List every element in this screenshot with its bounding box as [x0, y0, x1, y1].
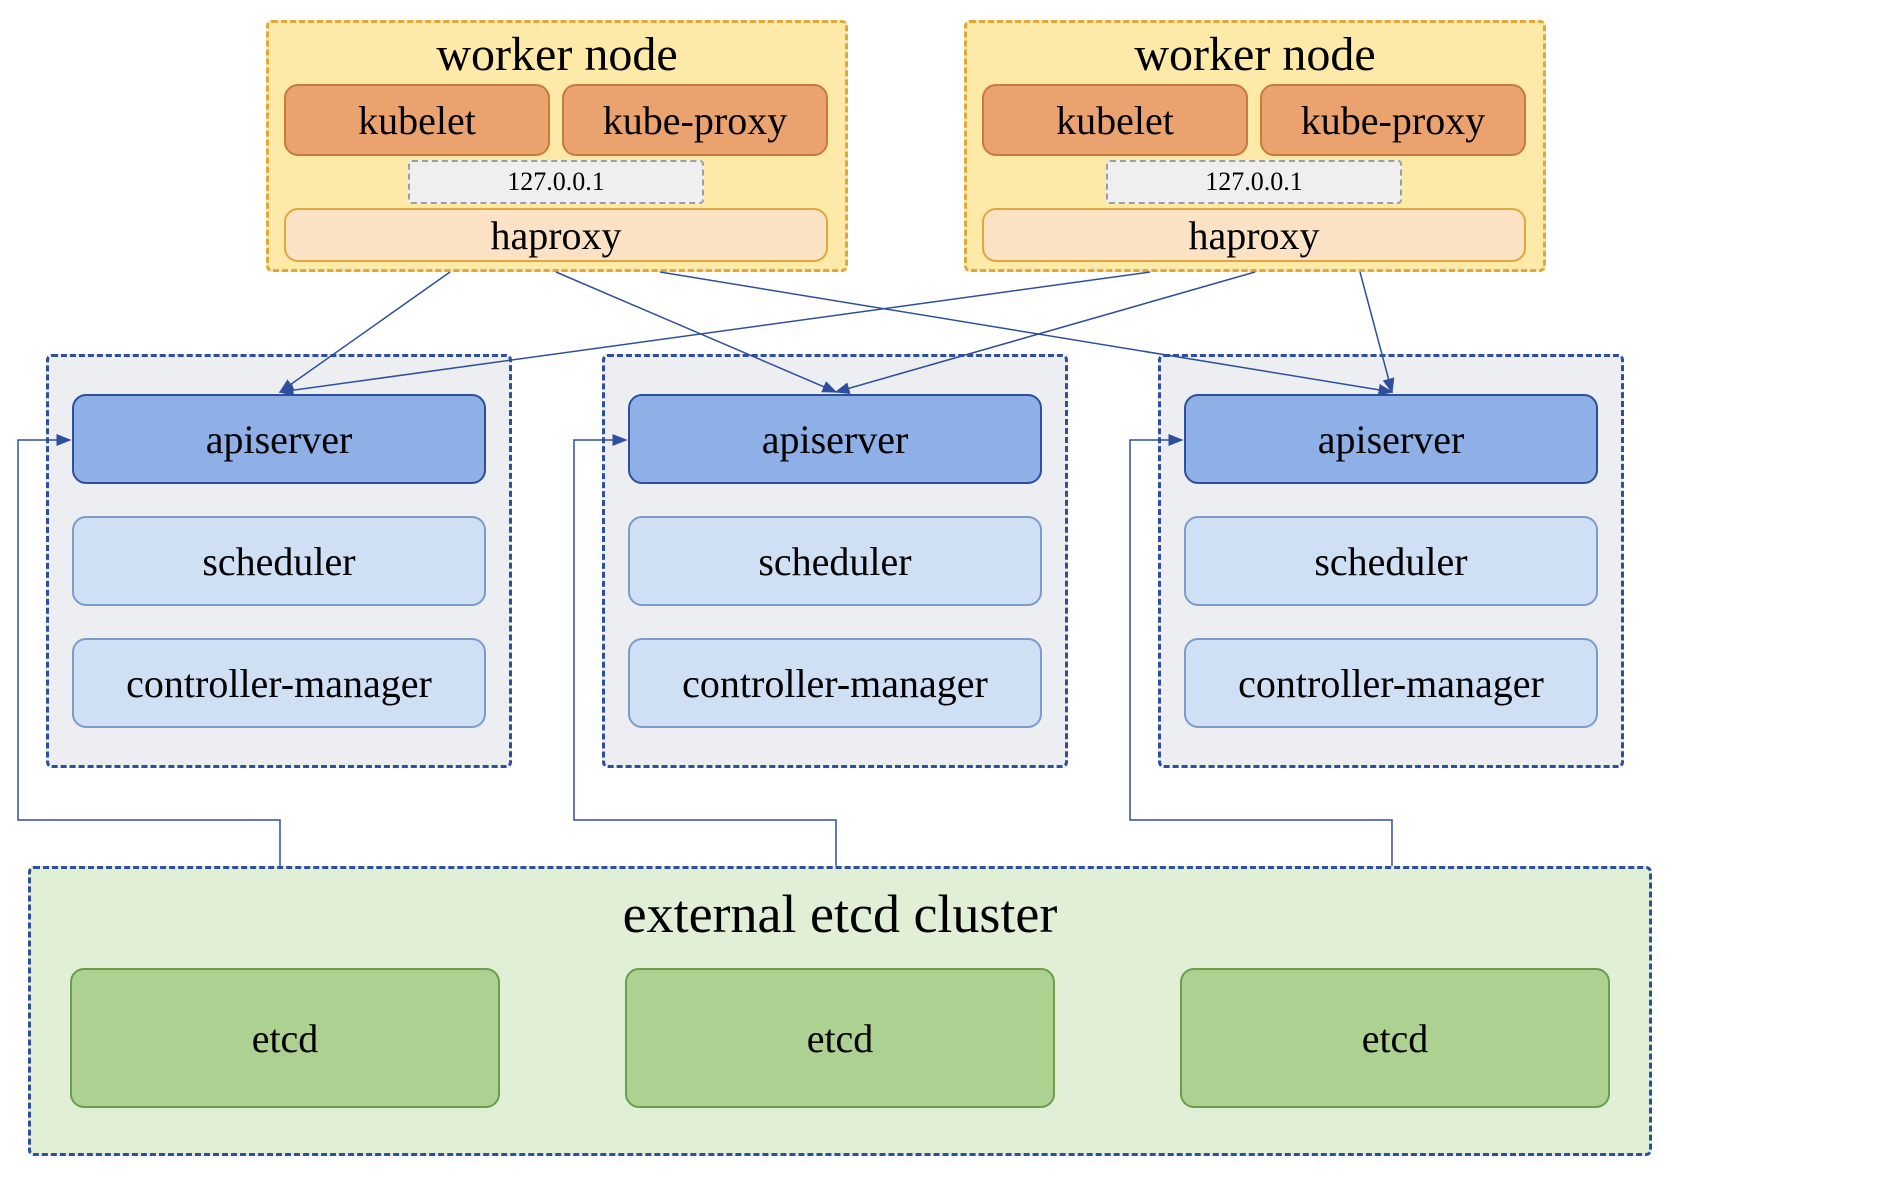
etcd-node-1-label: etcd [252, 1015, 319, 1062]
haproxy-1: haproxy [284, 208, 828, 262]
haproxy-1-label: haproxy [490, 212, 621, 259]
controller-manager-2-label: controller-manager [682, 660, 988, 707]
apiserver-2: apiserver [628, 394, 1042, 484]
kubelet-2-label: kubelet [1056, 97, 1174, 144]
haproxy-2: haproxy [982, 208, 1526, 262]
loopback-1: 127.0.0.1 [408, 160, 704, 204]
loopback-1-label: 127.0.0.1 [507, 167, 605, 197]
kube-proxy-1-label: kube-proxy [603, 97, 787, 144]
scheduler-2: scheduler [628, 516, 1042, 606]
kube-proxy-2-label: kube-proxy [1301, 97, 1485, 144]
kubelet-1-label: kubelet [358, 97, 476, 144]
etcd-node-1: etcd [70, 968, 500, 1108]
apiserver-1-label: apiserver [206, 416, 353, 463]
scheduler-2-label: scheduler [758, 538, 911, 585]
loopback-2-label: 127.0.0.1 [1205, 167, 1303, 197]
etcd-node-3-label: etcd [1362, 1015, 1429, 1062]
scheduler-3: scheduler [1184, 516, 1598, 606]
loopback-2: 127.0.0.1 [1106, 160, 1402, 204]
diagram-canvas: worker node kubelet kube-proxy 127.0.0.1… [0, 0, 1893, 1184]
scheduler-3-label: scheduler [1314, 538, 1467, 585]
kube-proxy-1: kube-proxy [562, 84, 828, 156]
worker-node-1-title: worker node [269, 27, 845, 82]
apiserver-3: apiserver [1184, 394, 1598, 484]
apiserver-2-label: apiserver [762, 416, 909, 463]
controller-manager-1: controller-manager [72, 638, 486, 728]
apiserver-3-label: apiserver [1318, 416, 1465, 463]
etcd-node-3: etcd [1180, 968, 1610, 1108]
etcd-cluster-title: external etcd cluster [31, 883, 1649, 945]
worker-node-2-title: worker node [967, 27, 1543, 82]
scheduler-1-label: scheduler [202, 538, 355, 585]
kubelet-1: kubelet [284, 84, 550, 156]
kubelet-2: kubelet [982, 84, 1248, 156]
controller-manager-3: controller-manager [1184, 638, 1598, 728]
haproxy-2-label: haproxy [1188, 212, 1319, 259]
controller-manager-3-label: controller-manager [1238, 660, 1544, 707]
etcd-node-2: etcd [625, 968, 1055, 1108]
kube-proxy-2: kube-proxy [1260, 84, 1526, 156]
etcd-node-2-label: etcd [807, 1015, 874, 1062]
apiserver-1: apiserver [72, 394, 486, 484]
controller-manager-2: controller-manager [628, 638, 1042, 728]
scheduler-1: scheduler [72, 516, 486, 606]
controller-manager-1-label: controller-manager [126, 660, 432, 707]
